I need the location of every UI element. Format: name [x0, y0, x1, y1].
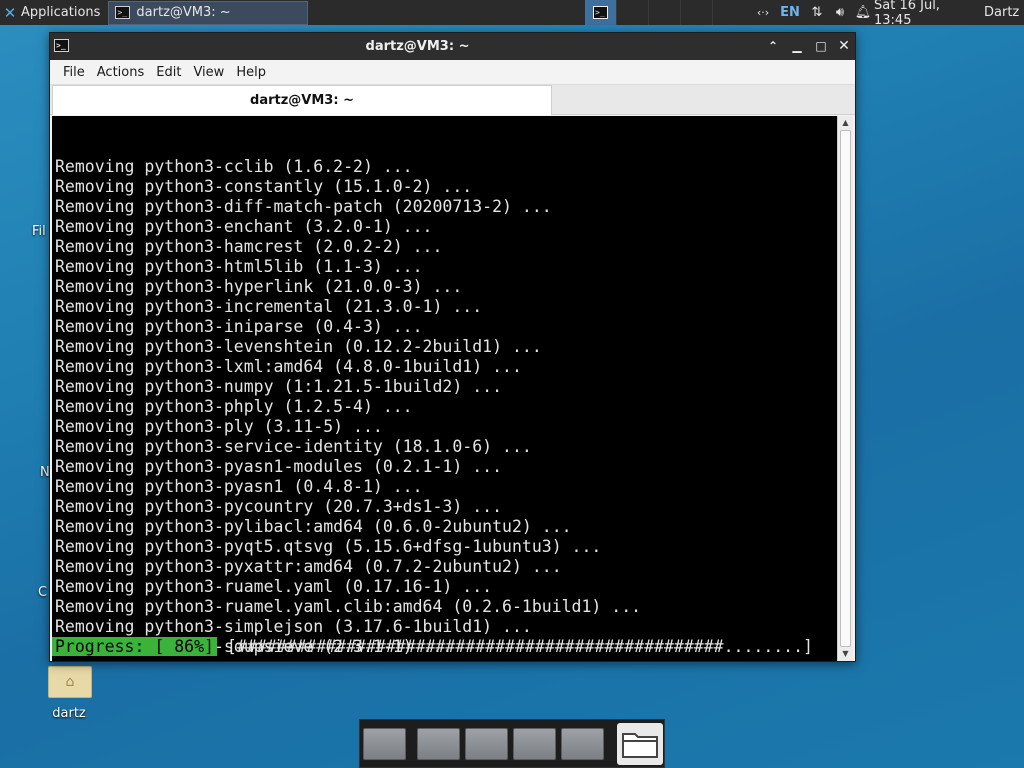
terminal-line: Removing python3-ruamel.yaml (0.17.16-1)… [55, 577, 493, 596]
applications-menu[interactable]: ✕ Applications [0, 0, 104, 25]
home-folder-label: dartz [52, 706, 86, 721]
terminal-output[interactable]: Removing python3-cclib (1.6.2-2) ... Remo… [52, 116, 837, 661]
menu-actions[interactable]: Actions [91, 65, 151, 80]
terminal-line: Removing python3-levenshtein (0.12.2-2bu… [55, 337, 542, 356]
dock-window-preview[interactable] [465, 727, 508, 760]
terminal-line: Removing python3-diff-match-patch (20200… [55, 197, 552, 216]
minimize-button[interactable]: ▁ [788, 37, 806, 55]
terminal-line: Removing python3-enchant (3.2.0-1) ... [55, 217, 433, 236]
volume-icon[interactable]: 🔊︎ [828, 0, 852, 25]
menu-bar: File Actions Edit View Help [50, 60, 855, 85]
keyboard-layout-indicator[interactable]: EN [774, 0, 806, 25]
scroll-down-arrow-icon[interactable]: ▼ [838, 647, 853, 661]
taskbar-terminal-button[interactable]: >_ dartz@VM3: ~ [108, 0, 309, 25]
terminal-line: Removing python3-service-identity (18.1.… [55, 437, 532, 456]
desktop-icon-label-fragment: Fil [32, 224, 46, 239]
terminal-line: Removing python3-ply (3.11-5) ... [55, 417, 383, 436]
progress-bar-text: [#######################################… [226, 637, 813, 656]
workspace-3[interactable] [649, 0, 681, 25]
scrollbar-thumb[interactable] [840, 130, 851, 647]
terminal-line: Removing python3-pyasn1 (0.4.8-1) ... [55, 477, 423, 496]
vertical-scrollbar[interactable]: ▲ ▼ [837, 116, 853, 661]
terminal-icon: >_ [593, 6, 608, 19]
user-menu[interactable]: Dartz [984, 0, 1024, 25]
terminal-line: Removing python3-pycountry (20.7.3+ds1-3… [55, 497, 503, 516]
workspace-switcher: >_ [585, 0, 713, 25]
terminal-line: Removing python3-html5lib (1.1-3) ... [55, 257, 423, 276]
progress-label: Progress: [ 86%] [52, 637, 217, 656]
maximize-button[interactable]: □ [812, 37, 830, 55]
terminal-lines: Removing python3-cclib (1.6.2-2) ... Remo… [55, 157, 837, 657]
menu-view[interactable]: View [187, 65, 230, 80]
close-button[interactable]: ✕ [835, 37, 853, 55]
terminal-window: >_ dartz@VM3: ~ ⌃ ▁ □ ✕ File Actions Edi… [49, 32, 856, 662]
window-title: dartz@VM3: ~ [365, 39, 470, 54]
terminal-line: Removing python3-hyperlink (21.0.0-3) ..… [55, 277, 463, 296]
workspace-1[interactable]: >_ [585, 0, 617, 25]
progress-line: Progress: [ 86%] [######################… [52, 637, 813, 657]
window-titlebar[interactable]: >_ dartz@VM3: ~ ⌃ ▁ □ ✕ [50, 33, 855, 60]
terminal-line: Removing python3-constantly (15.1.0-2) .… [55, 177, 473, 196]
terminal-line: Removing python3-pyxattr:amd64 (0.7.2-2u… [55, 557, 562, 576]
terminal-line: Removing python3-pylibacl:amd64 (0.6.0-2… [55, 517, 572, 536]
top-panel: ✕ Applications >_ dartz@VM3: ~ >_ ‹·› EN… [0, 0, 1024, 28]
terminal-line: Removing python3-numpy (1:1.21.5-1build2… [55, 377, 503, 396]
dock-window-preview[interactable] [513, 727, 556, 760]
xfce-logo-icon: ✕ [3, 3, 17, 22]
terminal-line: Removing python3-simplejson (3.17.6-1bui… [55, 617, 532, 636]
terminal-line: Removing python3-incremental (21.3.0-1) … [55, 297, 483, 316]
home-folder-icon[interactable]: ⌂ [48, 666, 92, 698]
tab-strip: dartz@VM3: ~ [50, 85, 855, 115]
dock-window-preview[interactable] [363, 727, 406, 760]
notification-bell-icon[interactable]: 🔔︎ [852, 0, 874, 25]
shade-button[interactable]: ⌃ [764, 37, 782, 55]
taskbar-window-title: dartz@VM3: ~ [136, 5, 231, 20]
folder-icon [622, 732, 658, 758]
terminal-line: Removing python3-iniparse (0.4-3) ... [55, 317, 423, 336]
clock[interactable]: Sat 16 Jul, 13:45 [874, 0, 984, 28]
terminal-line: Removing python3-hamcrest (2.0.2-2) ... [55, 237, 443, 256]
menu-file[interactable]: File [57, 65, 91, 80]
dock-window-preview[interactable] [417, 727, 460, 760]
applications-label: Applications [21, 5, 101, 20]
terminal-line: Removing python3-pyqt5.qtsvg (5.15.6+dfs… [55, 537, 602, 556]
menu-edit[interactable]: Edit [150, 65, 187, 80]
network-updown-icon[interactable]: ⇅ [806, 0, 828, 25]
terminal-line: Removing python3-pyasn1-modules (0.2.1-1… [55, 457, 503, 476]
workspace-4[interactable] [681, 0, 713, 25]
terminal-tab[interactable]: dartz@VM3: ~ [52, 85, 552, 115]
system-tray: ‹·› EN ⇅ 🔊︎ 🔔︎ Sat 16 Jul, 13:45 Dartz [752, 0, 1024, 28]
terminal-line: Removing python3-cclib (1.6.2-2) ... [55, 157, 413, 176]
network-arrows-icon[interactable]: ‹·› [752, 0, 774, 25]
workspace-2[interactable] [617, 0, 649, 25]
menu-help[interactable]: Help [230, 65, 272, 80]
terminal-line: Removing python3-phply (1.2.5-4) ... [55, 397, 413, 416]
bottom-dock [359, 719, 665, 768]
terminal-icon: >_ [115, 6, 131, 19]
scroll-up-arrow-icon[interactable]: ▲ [838, 116, 853, 130]
file-manager-icon[interactable] [617, 722, 663, 765]
desktop-icon-label-fragment: C [38, 585, 48, 600]
terminal-line: Removing python3-ruamel.yaml.clib:amd64 … [55, 597, 642, 616]
dock-window-preview[interactable] [561, 727, 604, 760]
terminal-line: Removing python3-lxml:amd64 (4.8.0-1buil… [55, 357, 522, 376]
